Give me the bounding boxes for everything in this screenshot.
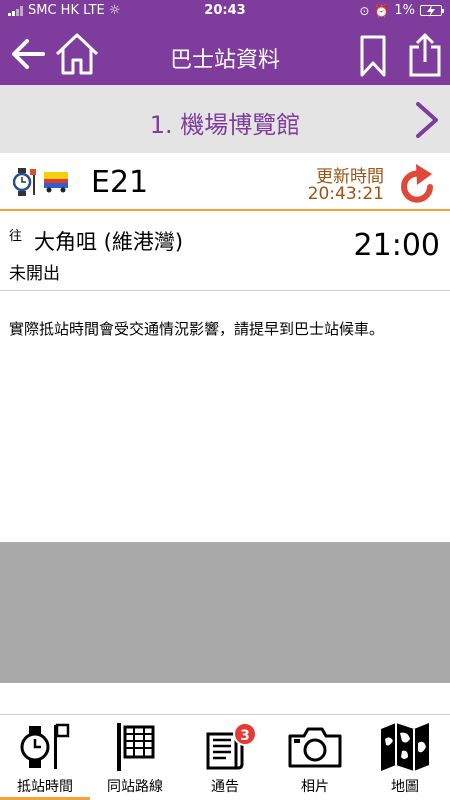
tab-notices[interactable]: 通告	[180, 715, 270, 800]
battery-icon	[420, 5, 444, 17]
lock-rotation-icon: ⊙	[359, 3, 370, 18]
chevron-right-icon[interactable]	[414, 101, 440, 139]
tab-label: 同站路線	[107, 779, 163, 795]
stop-selector[interactable]: 1. 機場博覽館	[0, 85, 450, 153]
map-icon	[381, 723, 429, 771]
update-time-value: 20:43:21	[307, 184, 384, 204]
route-board-icon	[117, 723, 155, 771]
notice-count-badge: 3	[233, 722, 257, 746]
route-number: E21	[91, 165, 149, 200]
tab-label: 相片	[301, 779, 329, 795]
bookmark-icon[interactable]	[360, 35, 386, 77]
camera-icon	[288, 727, 342, 768]
destination: 大角咀 (維港灣)	[34, 230, 184, 254]
notice-text: 實際抵站時間會受交通情況影響，請提早到巴士站候車。	[9, 320, 385, 338]
share-icon[interactable]	[408, 32, 442, 78]
route-row: E21 更新時間 20:43:21	[0, 153, 450, 211]
tab-arrival-time[interactable]: 抵站時間	[0, 715, 90, 800]
tab-bar: 抵站時間 同站路線 通告 3 相片 地圖	[0, 714, 450, 800]
ad-banner[interactable]	[0, 542, 450, 683]
tab-label: 通告	[211, 779, 239, 795]
status-bar: SMC HK LTE ☼ 20:43 ⊙ ⏰ 1%	[0, 0, 450, 22]
departure-status: 未開出	[9, 264, 60, 284]
header-bar: 巴士站資料	[0, 22, 450, 85]
eta-time: 21:00	[353, 228, 440, 263]
refresh-icon[interactable]	[396, 161, 438, 205]
alarm-icon: ⏰	[374, 3, 390, 18]
tab-label: 地圖	[391, 779, 419, 795]
clock-stop-icon	[20, 723, 70, 769]
tab-photos[interactable]: 相片	[270, 715, 360, 800]
bus-icon	[44, 172, 68, 193]
battery-percent: 1%	[394, 3, 415, 18]
eta-row: 往 大角咀 (維港灣) 未開出 21:00	[0, 211, 450, 291]
tab-label: 抵站時間	[17, 779, 73, 795]
direction-label: 往	[9, 229, 23, 244]
watch-stop-icon	[13, 168, 36, 196]
tab-same-stop-routes[interactable]: 同站路線	[90, 715, 180, 800]
tab-map[interactable]: 地圖	[360, 715, 450, 800]
stop-name: 1. 機場博覽館	[149, 111, 301, 139]
